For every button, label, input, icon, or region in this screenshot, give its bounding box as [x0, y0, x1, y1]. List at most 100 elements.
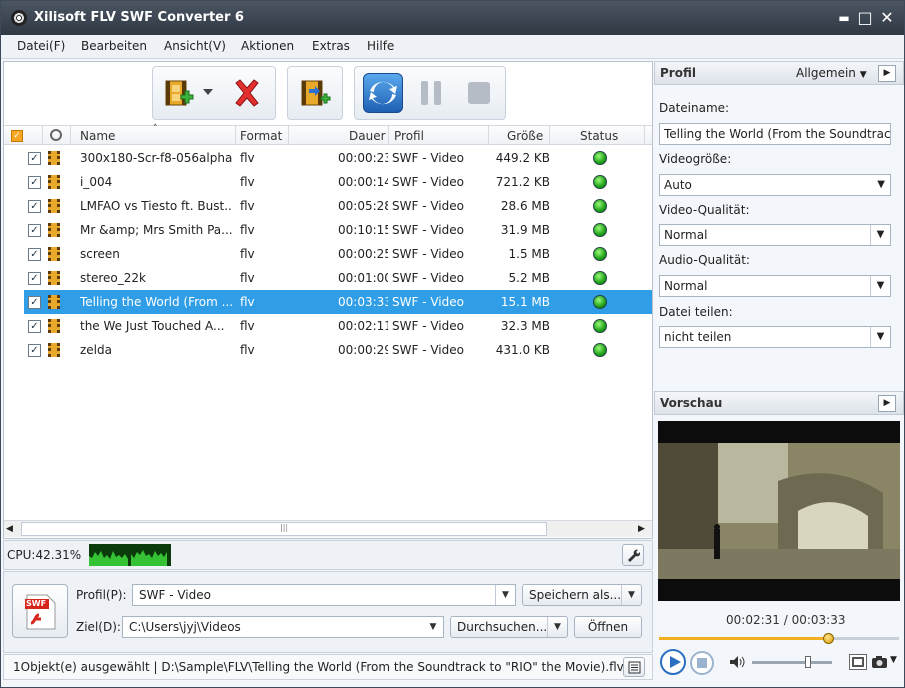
video-quality-label: Video-Qualität:: [659, 203, 750, 217]
scroll-thumb[interactable]: |||: [21, 522, 547, 536]
chevron-down-icon[interactable]: ▼: [547, 617, 567, 637]
menu-aktionen[interactable]: Aktionen: [241, 39, 294, 53]
menu-hilfe[interactable]: Hilfe: [367, 39, 394, 53]
destination-select[interactable]: C:\Users\jyj\Videos ▼: [122, 616, 444, 638]
file-checkbox[interactable]: ✓: [28, 176, 41, 189]
file-duration: 00:01:00: [338, 271, 388, 285]
settings-button[interactable]: [622, 544, 644, 566]
menu-bar: Datei(F) Bearbeiten Ansicht(V) Aktionen …: [1, 35, 904, 59]
log-button[interactable]: [623, 657, 645, 677]
file-list-panel: ✓ Name ˄ Format Dauer Profil Größe Statu…: [3, 61, 653, 539]
status-ready-icon: [593, 295, 607, 309]
seek-bar[interactable]: [659, 633, 899, 644]
side-panel: Profil Allgemein ▼ ▶ Dateiname: Telling …: [654, 61, 904, 687]
list-icon: [628, 661, 641, 674]
close-button[interactable]: ✕: [878, 9, 896, 27]
horizontal-scrollbar[interactable]: ◀ ||| ▶: [4, 520, 652, 537]
status-ready-icon: [593, 223, 607, 237]
file-size: 449.2 KB: [495, 151, 550, 165]
destination-label: Ziel(D):: [76, 620, 121, 634]
file-row[interactable]: ✓ Telling the World (From ... flv 00:03:33 S…: [4, 290, 652, 314]
video-size-select[interactable]: Auto ▼: [659, 174, 891, 196]
open-button[interactable]: Öffnen: [574, 616, 642, 638]
file-checkbox[interactable]: ✓: [28, 224, 41, 237]
video-quality-select[interactable]: Normal ▼: [659, 224, 891, 246]
file-format: flv: [240, 295, 255, 309]
file-row[interactable]: ✓ LMFAO vs Tiesto ft. Bust... flv 00:05:28 S…: [4, 194, 652, 218]
profile-icon-button[interactable]: SWF: [12, 584, 68, 638]
file-checkbox[interactable]: ✓: [28, 344, 41, 357]
volume-handle[interactable]: [805, 656, 811, 668]
file-size: 32.3 MB: [500, 319, 550, 333]
file-profile: SWF - Video: [392, 151, 464, 165]
menu-bearbeiten[interactable]: Bearbeiten: [81, 39, 147, 53]
add-dropdown-icon[interactable]: [203, 89, 213, 97]
file-checkbox[interactable]: ✓: [28, 248, 41, 261]
split-file-select[interactable]: nicht teilen ▼: [659, 326, 891, 348]
preview-panel-toggle[interactable]: ▶: [878, 395, 896, 412]
file-name: 300x180-Scr-f8-056alpha: [80, 151, 232, 165]
scroll-left-icon[interactable]: ◀: [6, 523, 18, 535]
file-format: flv: [240, 247, 255, 261]
play-button[interactable]: [660, 649, 686, 675]
file-checkbox[interactable]: ✓: [28, 272, 41, 285]
add-output-icon[interactable]: [299, 77, 331, 109]
column-profile[interactable]: Profil: [394, 129, 424, 143]
file-profile: SWF - Video: [392, 319, 464, 333]
filename-input[interactable]: Telling the World (From the Soundtrack: [659, 123, 891, 145]
file-row[interactable]: ✓ screen flv 00:00:25 SWF - Video 1.5 MB: [4, 242, 652, 266]
delete-icon[interactable]: [231, 77, 263, 109]
column-size[interactable]: Größe: [507, 129, 543, 143]
snapshot-dropdown-icon[interactable]: ▼: [890, 655, 897, 665]
profile-panel-toggle[interactable]: ▶: [878, 65, 896, 82]
profile-panel-title: Profil: [660, 66, 696, 80]
audio-quality-select[interactable]: Normal ▼: [659, 275, 891, 297]
profile-mode-dropdown[interactable]: Allgemein ▼: [796, 66, 867, 80]
output-column-icon: [50, 129, 62, 141]
scroll-right-icon[interactable]: ▶: [638, 523, 650, 535]
toolbar-group-convert: [354, 66, 506, 120]
minimize-button[interactable]: ▬: [835, 9, 853, 27]
menu-datei[interactable]: Datei(F): [17, 39, 65, 53]
status-bar: 1Objekt(e) ausgewählt | D:\Sample\FLV\Te…: [3, 654, 653, 680]
file-row[interactable]: ✓ the We Just Touched A... flv 00:02:11 SWF …: [4, 314, 652, 338]
file-row[interactable]: ✓ Mr &amp; Mrs Smith Pa... flv 00:10:15 SWF …: [4, 218, 652, 242]
column-duration[interactable]: Dauer: [349, 129, 386, 143]
convert-button[interactable]: [363, 73, 403, 113]
volume-slider[interactable]: [752, 656, 832, 668]
profile-select[interactable]: SWF - Video ▼: [132, 584, 516, 606]
file-row[interactable]: ✓ zelda flv 00:00:29 SWF - Video 431.0 KB: [4, 338, 652, 362]
stop-preview-button[interactable]: [690, 651, 714, 675]
column-name[interactable]: Name: [80, 129, 115, 143]
file-row[interactable]: ✓ i_004 flv 00:00:14 SWF - Video 721.2 KB: [4, 170, 652, 194]
add-video-icon[interactable]: [163, 77, 195, 109]
wrench-icon: [628, 549, 640, 562]
seek-handle[interactable]: [823, 633, 835, 644]
menu-ansicht[interactable]: Ansicht(V): [164, 39, 226, 53]
chevron-down-icon[interactable]: ▼: [621, 585, 641, 605]
stop-icon[interactable]: [463, 77, 495, 109]
camera-icon[interactable]: [871, 655, 888, 669]
pause-icon[interactable]: [415, 77, 447, 109]
file-size: 5.2 MB: [508, 271, 550, 285]
file-checkbox[interactable]: ✓: [28, 320, 41, 333]
split-file-label: Datei teilen:: [659, 305, 733, 319]
clip-button[interactable]: [849, 654, 867, 670]
file-checkbox[interactable]: ✓: [28, 152, 41, 165]
browse-button[interactable]: Durchsuchen... ▼: [450, 616, 568, 638]
menu-extras[interactable]: Extras: [312, 39, 350, 53]
file-name: stereo_22k: [80, 271, 146, 285]
column-status[interactable]: Status: [580, 129, 618, 143]
maximize-button[interactable]: □: [856, 9, 874, 27]
profile-mode-label: Allgemein: [796, 66, 856, 80]
file-profile: SWF - Video: [392, 343, 464, 357]
file-row[interactable]: ✓ stereo_22k flv 00:01:00 SWF - Video 5.2 MB: [4, 266, 652, 290]
column-format[interactable]: Format: [240, 129, 282, 143]
volume-icon[interactable]: [729, 655, 745, 669]
save-as-button[interactable]: Speichern als... ▼: [522, 584, 642, 606]
file-checkbox[interactable]: ✓: [28, 296, 41, 309]
select-all-checkbox[interactable]: ✓: [11, 130, 23, 142]
app-window: Xilisoft FLV SWF Converter 6 ▬ □ ✕ Datei…: [0, 0, 905, 688]
file-row[interactable]: ✓ 300x180-Scr-f8-056alpha flv 00:00:23 SWF -…: [4, 146, 652, 170]
file-checkbox[interactable]: ✓: [28, 200, 41, 213]
